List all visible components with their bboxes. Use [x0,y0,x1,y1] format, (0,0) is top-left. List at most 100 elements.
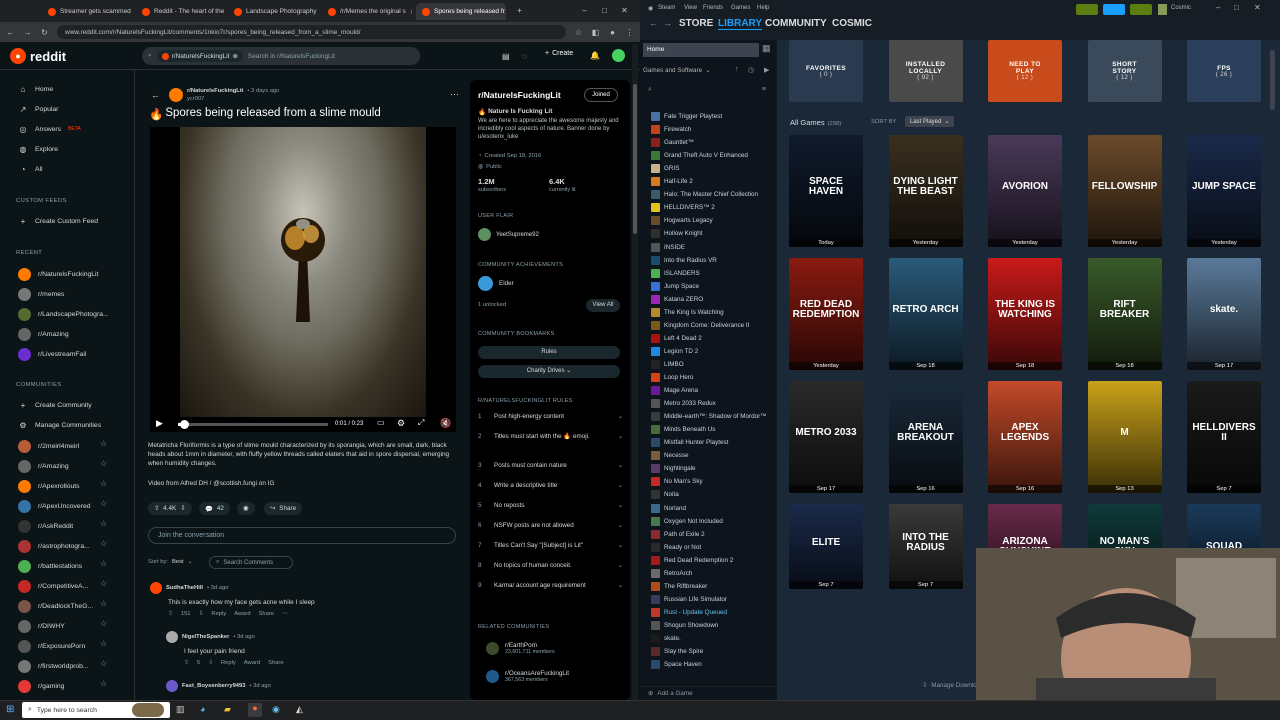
edge-icon[interactable]: ◕ [200,704,205,714]
community-item[interactable]: r/firstworldprob... [18,660,89,673]
scrollbar-thumb[interactable] [633,84,637,234]
game-list-item[interactable]: Minds Beneath Us [651,425,715,435]
close-window-icon[interactable]: ✕ [1254,3,1261,12]
search-highlight-icon[interactable] [132,703,164,717]
collection-tile[interactable]: FPS( 26 ) [1187,40,1261,102]
game-cover[interactable]: DYING LIGHT THE BEAST Yesterday [888,135,963,247]
community-item[interactable]: r/2meirl4meirl [18,440,79,453]
file-explorer-icon[interactable]: ▰ [224,704,231,715]
manage-communities[interactable]: ⚙ Manage Communities [18,420,101,430]
clock-icon[interactable]: ◷ [748,66,754,74]
search-input[interactable]: Search in r/NaturelsFuckingLit [248,53,335,60]
award-button[interactable]: Award [244,660,260,666]
game-cover[interactable]: APEX LEGENDS Sep 16 [988,381,1062,493]
filter-icon[interactable]: ≡ [762,86,766,93]
game-list-item[interactable]: Slay the Spire [651,647,703,657]
favorite-star-icon[interactable]: ☆ [100,479,107,488]
recent-item[interactable]: r/LandscapePhotogra... [18,308,109,321]
game-list-item[interactable]: Space Haven [651,660,702,670]
game-list-item[interactable]: No Man's Sky [651,477,703,487]
game-list-item[interactable]: Norland [651,503,686,513]
community-item[interactable]: r/DeadlockTheG... [18,600,93,613]
game-list-item[interactable]: Left 4 Dead 2 [651,333,702,343]
game-cover[interactable]: ELITE Sep 7 [789,504,863,589]
settings-gear-icon[interactable]: ⚙ [397,418,405,429]
close-window-icon[interactable]: ✕ [620,6,629,15]
charity-drives-button[interactable]: Charity Drives ⌄ [478,365,620,378]
favorite-star-icon[interactable]: ☆ [100,659,107,668]
award-button[interactable]: Award [234,611,250,617]
notifications-button[interactable] [1130,4,1152,15]
play-filter-icon[interactable]: ▶ [764,66,769,74]
community-name[interactable]: r/NaturelsFuckingLit [478,90,561,100]
game-cover[interactable]: INTO THE RADIUS Sep 7 [888,504,963,589]
post-options-icon[interactable]: ⋯ [450,89,459,100]
rule-item[interactable]: 9 Karma/ account age requirement ⌄ [478,582,623,591]
chat-icon[interactable]: ◌ [522,52,527,61]
game-list-item[interactable]: Mistfall Hunter Playtest [651,438,728,448]
community-item[interactable]: r/AskReddit [18,520,73,533]
steam-username[interactable]: Cosmic [1171,5,1191,11]
menu-view[interactable]: View [684,5,697,11]
game-list-item[interactable]: Jump Space [651,281,699,291]
steam-taskbar-icon[interactable]: ◉ [272,704,280,715]
profile-icon[interactable]: ● [608,28,617,37]
upvote-icon[interactable]: ⇧ [184,660,189,666]
recent-item[interactable]: r/Amazing [18,328,69,341]
community-item[interactable]: r/Amazing [18,460,69,473]
collection-tile[interactable]: NEED TO PLAY( 12 ) [988,40,1062,102]
forward-icon[interactable]: → [663,18,672,28]
app-taskbar-icon[interactable]: ◭ [296,704,303,715]
rule-item[interactable]: 8 No topics of human conceit. ⌄ [478,562,623,571]
nav-popular[interactable]: ↗ Popular [18,104,59,114]
game-list-item[interactable]: RetroArch [651,568,692,578]
game-list-item[interactable]: Grand Theft Auto V Enhanced [651,151,748,161]
rule-item[interactable]: 4 Write a descriptive title ⌄ [478,482,623,491]
game-cover[interactable]: skate. Sep 17 [1187,258,1261,370]
task-view-icon[interactable]: ▥ [176,704,185,715]
game-cover[interactable]: RED DEAD REDEMPTION Yesterday [789,258,863,370]
community-item[interactable]: r/battlestations [18,560,82,573]
sort-dropdown[interactable]: Last Played ⌄ [905,116,955,127]
menu-help[interactable]: Help [757,5,769,11]
back-icon[interactable]: ← [6,28,15,37]
subreddit-avatar[interactable] [169,88,183,102]
game-cover[interactable]: METRO 2033 Sep 17 [789,381,863,493]
game-list-item[interactable]: Oxygen Not Included [651,516,723,526]
game-cover[interactable]: THE KING IS WATCHING Sep 18 [988,258,1062,370]
comments-button[interactable]: 💬 42 [199,502,230,515]
rule-item[interactable]: 1 Post high-energy content ⌄ [478,413,623,422]
forward-icon[interactable]: → [23,28,32,37]
collection-tile[interactable]: SHORT STORY( 12 ) [1087,40,1162,102]
user-flair[interactable]: YeetSupreme92 [478,228,539,241]
nav-profile[interactable]: COSMIC [832,18,872,29]
page-scrollbar[interactable] [632,44,638,700]
recent-item[interactable]: r/LivestreamFail [18,348,86,361]
game-cover[interactable]: ARENA BREAKOUT Sep 16 [888,381,963,493]
achievement[interactable]: Elder [478,276,514,291]
maximize-icon[interactable]: □ [600,6,609,15]
comment-author[interactable]: Fast_Boysenberry9493 [182,683,245,689]
game-list-item[interactable]: Metro 2033 Redux [651,399,716,409]
game-list-item[interactable]: Katana ZERO [651,294,703,304]
back-icon[interactable]: ← [649,18,658,28]
share-button[interactable]: Share [268,660,283,666]
downvote-icon[interactable]: ⇩ [199,611,204,617]
friends-activity-button[interactable] [1076,4,1098,15]
commenter-avatar[interactable] [166,680,178,692]
upvote-icon[interactable]: ⇧ [168,611,173,617]
back-arrow-icon[interactable]: ← [151,90,160,100]
fullscreen-icon[interactable]: ⤢ [418,418,424,428]
community-item[interactable]: r/Apexrollouts [18,480,80,493]
collection-tile[interactable]: FAVORITES( 0 ) [789,40,863,102]
community-item[interactable]: r/ExposurePorn [18,640,85,653]
comment-author[interactable]: SudhaTheHill [166,585,203,591]
favorite-star-icon[interactable]: ☆ [100,499,107,508]
game-list-item[interactable]: HELLDIVERS™ 2 [651,203,715,213]
game-list-item[interactable]: Noita [651,490,679,500]
game-list-item[interactable]: GRIS [651,164,679,174]
mute-icon[interactable]: 🔇 [440,418,451,429]
reddit-logo[interactable]: ● reddit [10,48,66,64]
upvote-icon[interactable]: ⇧ [154,505,159,512]
create-custom-feed[interactable]: + Create Custom Feed [18,216,98,226]
